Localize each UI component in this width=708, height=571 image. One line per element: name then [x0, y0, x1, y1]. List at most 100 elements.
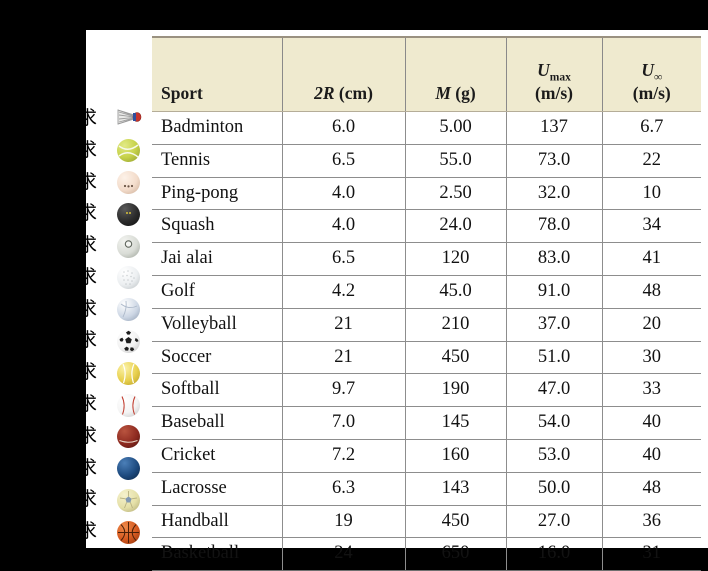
table-row: Soccer 21 450 51.0 30: [152, 341, 701, 375]
table-row: Golf 4.2 45.0 91.0 48: [152, 275, 701, 309]
cell-mass: 450: [404, 505, 506, 539]
table-row: Lacrosse 6.3 143 50.0 48: [152, 472, 701, 506]
cell-umax: 37.0: [505, 308, 602, 342]
table-row: Handball 19 450 27.0 36: [152, 505, 701, 539]
cell-sport: Baseball: [152, 406, 282, 440]
ball-icon-column: [106, 103, 150, 548]
icon-cell: [106, 516, 150, 548]
column-header-sport: Sport: [152, 36, 282, 112]
softball-icon: [116, 361, 140, 385]
margin-glyph: 求: [78, 234, 98, 257]
cell-umax: 54.0: [505, 406, 602, 440]
table-row: Basketball 24 650 16.0 31: [152, 537, 701, 571]
cell-mass: 190: [404, 373, 506, 408]
cell-uinf: 48: [601, 275, 701, 309]
cell-umax: 27.0: [505, 505, 602, 539]
margin-glyph: 求: [78, 202, 98, 225]
cell-umax: 78.0: [505, 209, 602, 244]
cell-uinf: 22: [601, 144, 701, 178]
shuttlecock-icon: [117, 107, 141, 130]
table-row: Badminton 6.0 5.00 137 6.7: [152, 111, 701, 145]
cell-mass: 2.50: [404, 177, 506, 211]
margin-glyph-column: 求 求 求 求 求 求 求 求 求 求 求 求 求 求: [78, 103, 102, 548]
icon-cell: [106, 421, 150, 453]
cell-diameter: 6.3: [281, 472, 405, 506]
margin-glyph: 求: [78, 393, 98, 416]
golf-ball-icon: [116, 266, 140, 290]
icon-cell: [106, 103, 150, 135]
cell-sport: Golf: [152, 275, 282, 309]
cell-mass: 45.0: [404, 275, 506, 309]
cell-umax: 50.0: [505, 472, 602, 506]
cell-diameter: 6.5: [281, 144, 405, 178]
column-header-umax-subscript: max: [549, 71, 571, 84]
cell-mass: 24.0: [404, 209, 506, 244]
cell-uinf: 36: [601, 505, 701, 539]
cell-mass: 210: [404, 308, 506, 342]
cell-diameter: 7.0: [281, 406, 405, 440]
margin-glyph: 求: [78, 456, 98, 479]
cell-diameter: 21: [281, 308, 405, 342]
cell-mass: 650: [404, 537, 506, 571]
column-header-mass-unit: (g): [455, 83, 476, 104]
cell-sport: Badminton: [152, 111, 282, 145]
cell-sport: Squash: [152, 209, 282, 244]
sports-ball-table: Sport 2R (cm) M (g) Umax (m/s) U∞ (m/s) …: [152, 36, 701, 571]
cell-umax: 53.0: [505, 439, 602, 473]
cell-diameter: 6.5: [281, 242, 405, 276]
header-row: Sport 2R (cm) M (g) Umax (m/s) U∞ (m/s): [152, 36, 701, 112]
icon-cell: [106, 389, 150, 421]
column-header-uinf-symbol: U: [641, 60, 654, 81]
cell-sport: Cricket: [152, 439, 282, 473]
sports-ball-table-wrap: Sport 2R (cm) M (g) Umax (m/s) U∞ (m/s) …: [152, 36, 701, 571]
cell-diameter: 6.0: [281, 111, 405, 145]
cell-uinf: 40: [601, 406, 701, 440]
cricket-ball-icon: [116, 425, 140, 449]
cell-umax: 137: [505, 111, 602, 145]
column-header-sport-label: Sport: [161, 83, 203, 104]
margin-glyph: 求: [78, 488, 98, 511]
icon-cell: [106, 262, 150, 294]
cell-uinf: 33: [601, 373, 701, 408]
baseball-icon: [116, 393, 140, 417]
cell-sport: Soccer: [152, 341, 282, 375]
margin-glyph: 求: [78, 329, 98, 352]
soccer-ball-icon: [116, 329, 140, 353]
cell-uinf: 48: [601, 472, 701, 506]
margin-glyph: 求: [78, 520, 98, 543]
cell-mass: 55.0: [404, 144, 506, 178]
column-header-diameter-symbol: 2R: [314, 83, 335, 104]
table-row: Cricket 7.2 160 53.0 40: [152, 439, 701, 473]
lacrosse-ball-icon: [116, 457, 140, 481]
cell-sport: Tennis: [152, 144, 282, 178]
cell-diameter: 4.2: [281, 275, 405, 309]
table-header: Sport 2R (cm) M (g) Umax (m/s) U∞ (m/s): [152, 36, 701, 112]
column-header-umax: Umax (m/s): [505, 36, 602, 112]
cell-uinf: 6.7: [601, 111, 701, 145]
icon-cell: [106, 230, 150, 262]
column-header-uinf-subscript: ∞: [653, 71, 663, 84]
cell-uinf: 34: [601, 209, 701, 244]
table-row: Softball 9.7 190 47.0 33: [152, 373, 701, 408]
cell-umax: 73.0: [505, 144, 602, 178]
table-body: Badminton 6.0 5.00 137 6.7 Tennis 6.5 55.0 73.0 2…: [152, 111, 701, 571]
tennis-ball-icon: [116, 139, 140, 163]
table-row: Tennis 6.5 55.0 73.0 22: [152, 144, 701, 178]
cell-uinf: 10: [601, 177, 701, 211]
cell-diameter: 9.7: [281, 373, 405, 408]
pingpong-ball-icon: [116, 170, 140, 194]
column-header-umax-unit: (m/s): [535, 83, 573, 104]
cell-uinf: 20: [601, 308, 701, 342]
cell-mass: 450: [404, 341, 506, 375]
cell-diameter: 7.2: [281, 439, 405, 473]
cell-uinf: 40: [601, 439, 701, 473]
icon-cell: [106, 135, 150, 167]
icon-cell: [106, 294, 150, 326]
margin-glyph: 求: [78, 107, 98, 129]
table-row: Ping-pong 4.0 2.50 32.0 10: [152, 177, 701, 211]
icon-cell: [106, 485, 150, 517]
table-row: Baseball 7.0 145 54.0 40: [152, 406, 701, 440]
squash-ball-icon: [116, 202, 140, 226]
cell-mass: 5.00: [404, 111, 506, 145]
margin-glyph: 求: [78, 361, 98, 384]
